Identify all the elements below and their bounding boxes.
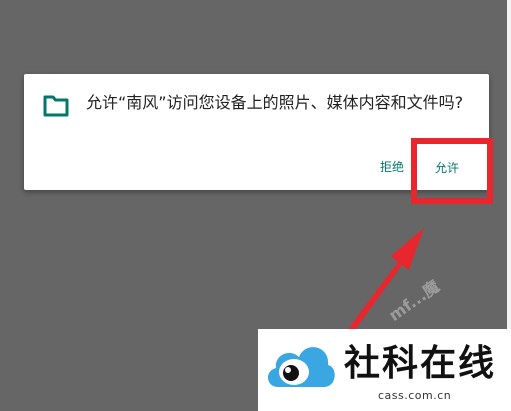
deny-button[interactable]: 拒绝 — [380, 158, 404, 175]
logo-url: cass.com.cn — [378, 389, 452, 402]
permission-message: 允许“南风”访问您设备上的照片、媒体内容和文件吗? — [86, 93, 464, 112]
logo-name: 社科在线 — [344, 343, 497, 384]
site-logo: 社科在线 cass.com.cn — [258, 329, 511, 411]
permission-dialog: 允许“南风”访问您设备上的照片、媒体内容和文件吗? 拒绝 允许 — [24, 74, 489, 190]
allow-button[interactable]: 允许 — [435, 159, 459, 176]
